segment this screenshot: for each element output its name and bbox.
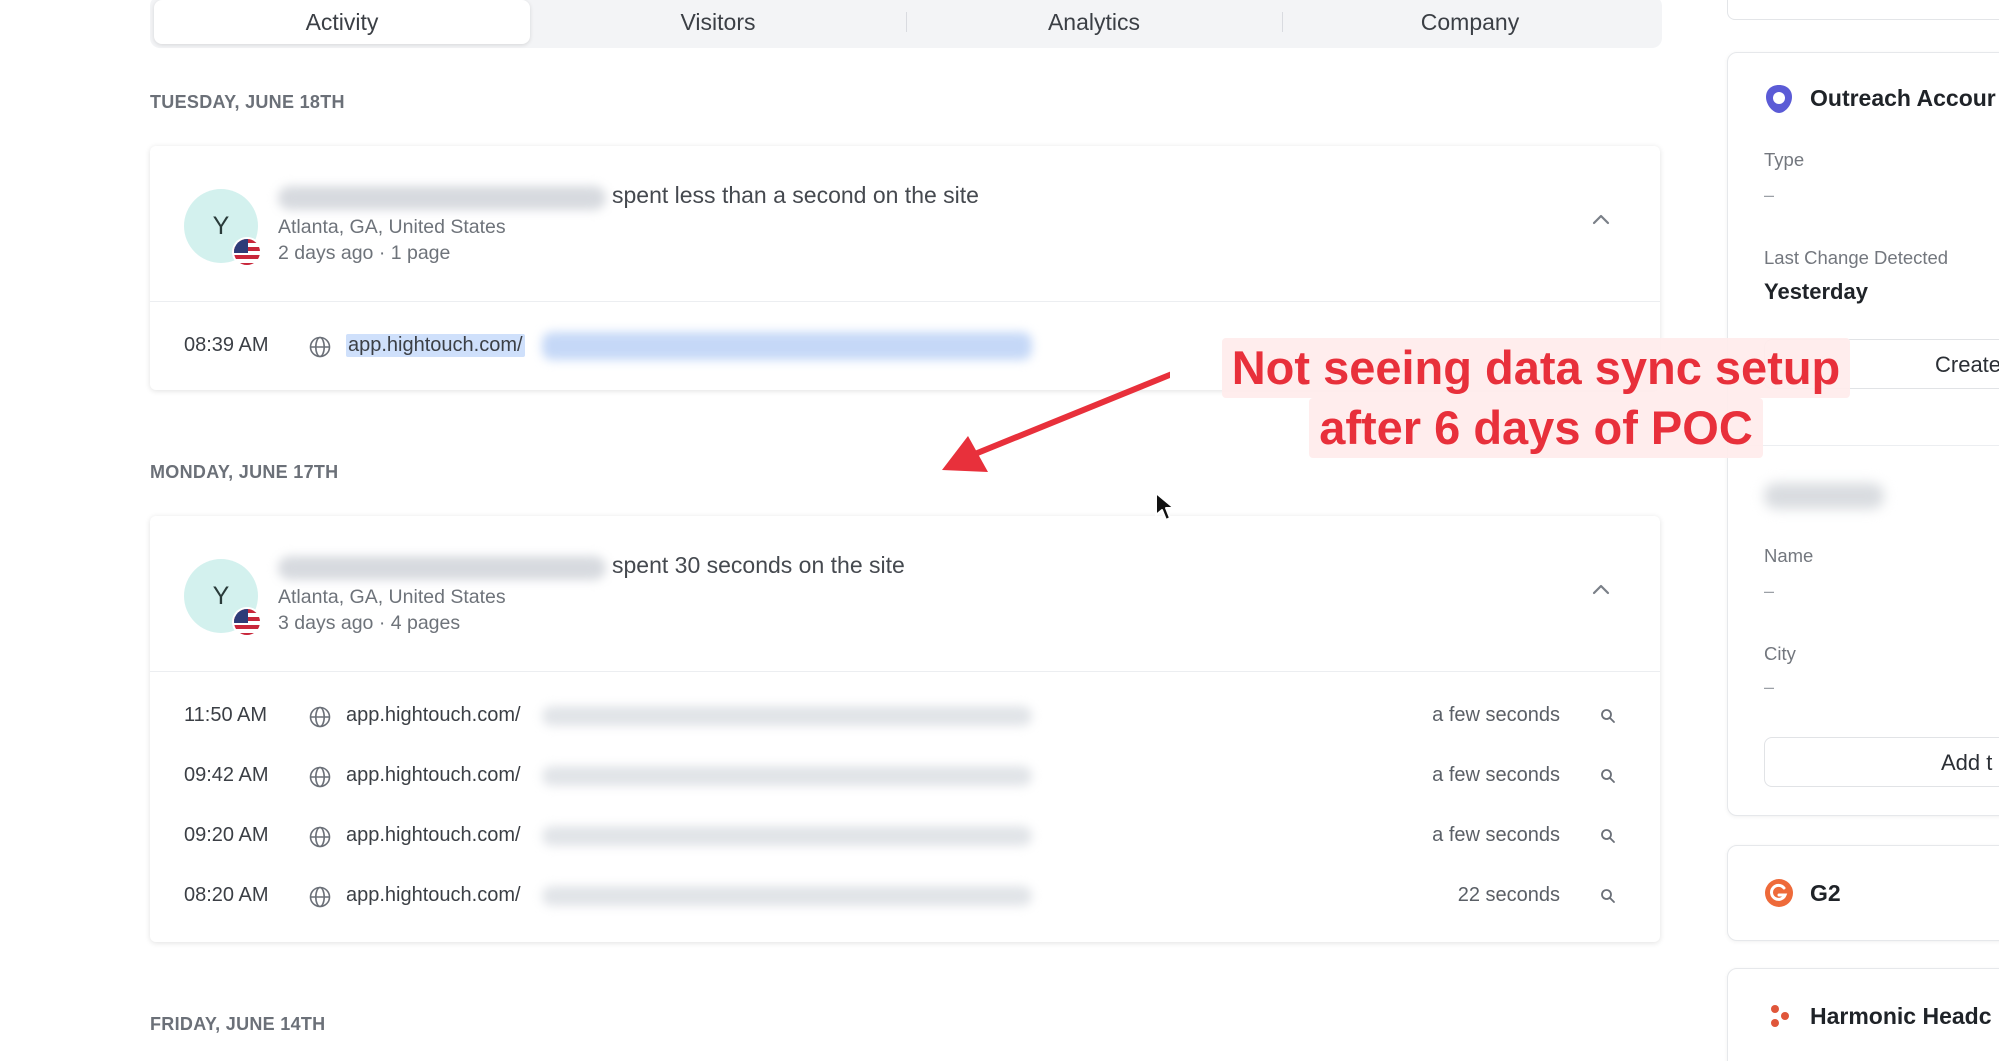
page-view-time: 11:50 AM [184, 704, 268, 726]
visit-headline: spent less than a second on the site [612, 182, 979, 208]
page-view-url[interactable]: app.hightouch.com/ [346, 764, 521, 787]
page-view-duration: a few seconds [1432, 764, 1560, 786]
visit-headline: spent 30 seconds on the site [612, 552, 905, 578]
visit-card-header[interactable]: Y spent less than a second on the site A… [150, 146, 1660, 301]
last-change-value: Yesterday [1764, 279, 1868, 304]
name-value: – [1764, 581, 1775, 601]
day-header: FRIDAY, JUNE 14TH [150, 1014, 326, 1034]
page-view-time: 08:20 AM [184, 884, 269, 906]
redacted-visitor-email [278, 186, 606, 210]
last-change-label: Last Change Detected [1764, 247, 1949, 268]
name-label: Name [1764, 545, 1814, 566]
g2-icon [1765, 879, 1793, 907]
city-value: – [1764, 677, 1775, 697]
mouse-cursor-icon [1155, 492, 1175, 521]
harmonic-title: Harmonic Headc [1810, 1003, 1992, 1029]
day-header: MONDAY, JUNE 17TH [150, 462, 339, 482]
search-icon[interactable] [1600, 708, 1616, 724]
add-button-label: Add t [1941, 750, 1993, 775]
tab-visitors[interactable]: Visitors [530, 0, 906, 44]
page-view-url[interactable]: app.hightouch.com/ [346, 704, 521, 727]
search-icon[interactable] [1600, 828, 1616, 844]
g2-title: G2 [1810, 880, 1841, 906]
tab-company-label: Company [1420, 8, 1520, 35]
globe-icon [309, 826, 331, 848]
page-view-time: 09:42 AM [184, 764, 269, 786]
tab-separator [1282, 12, 1283, 32]
outreach-icon [1766, 85, 1792, 113]
visit-meta: 3 days ago · 4 pages [278, 612, 461, 634]
tab-analytics-label: Analytics [1047, 8, 1141, 35]
sidebar-top-card [1727, 0, 1999, 20]
page-view-row[interactable]: 09:20 AM app.hightouch.com/ a few second… [150, 806, 1660, 866]
page-view-row[interactable]: 08:20 AM app.hightouch.com/ 22 seconds [150, 866, 1660, 926]
page-view-row[interactable]: 09:42 AM app.hightouch.com/ a few second… [150, 746, 1660, 806]
globe-icon [309, 336, 331, 358]
page-view-duration: a few seconds [1432, 704, 1560, 726]
harmonic-panel[interactable]: Harmonic Headc [1727, 968, 1999, 1061]
redacted-url-path [542, 826, 1032, 846]
tab-visitors-label: Visitors [680, 8, 756, 35]
tab-activity-label: Activity [305, 8, 379, 35]
g2-panel[interactable]: G2 [1727, 845, 1999, 941]
chevron-up-icon[interactable] [1590, 208, 1612, 230]
redacted-contact-title [1764, 483, 1884, 509]
add-button[interactable]: Add t [1764, 737, 1999, 787]
page-view-row[interactable]: 11:50 AM app.hightouch.com/ a few second… [150, 686, 1660, 746]
us-flag-icon [232, 237, 262, 267]
us-flag-icon [232, 607, 262, 637]
create-button-label: Create [1935, 352, 1999, 377]
visit-meta: 2 days ago · 1 page [278, 242, 451, 264]
annotation-line-2: after 6 days of POC [1309, 398, 1763, 458]
globe-icon [309, 886, 331, 908]
page-view-time: 09:20 AM [184, 824, 269, 846]
tab-activity[interactable]: Activity [154, 0, 530, 44]
visit-location: Atlanta, GA, United States [278, 216, 506, 238]
search-icon[interactable] [1600, 888, 1616, 904]
page-view-duration: 22 seconds [1457, 884, 1560, 906]
outreach-title: Outreach Accour [1810, 85, 1996, 111]
globe-icon [309, 706, 331, 728]
redacted-url-path [542, 332, 1032, 360]
day-header: TUESDAY, JUNE 18TH [150, 92, 345, 112]
avatar-initial: Y [212, 211, 230, 240]
redacted-url-path [542, 886, 1032, 906]
page-view-url[interactable]: app.hightouch.com/ [346, 884, 521, 907]
annotation-arrow-icon [942, 371, 1170, 472]
harmonic-icon [1771, 1005, 1789, 1027]
tab-company[interactable]: Company [1282, 0, 1658, 44]
visit-card-header[interactable]: Y spent 30 seconds on the site Atlanta, … [150, 516, 1660, 671]
redacted-url-path [542, 766, 1032, 786]
visit-card: Y spent 30 seconds on the site Atlanta, … [150, 516, 1660, 942]
page-view-duration: a few seconds [1432, 824, 1560, 846]
search-icon[interactable] [1600, 768, 1616, 784]
redacted-visitor-email [278, 556, 606, 580]
avatar-initial: Y [212, 581, 230, 610]
type-label: Type [1764, 149, 1805, 170]
chevron-up-icon[interactable] [1590, 578, 1612, 600]
globe-icon [309, 766, 331, 788]
tab-separator [906, 12, 907, 32]
annotation-line-1: Not seeing data sync setup [1221, 338, 1851, 398]
visit-location: Atlanta, GA, United States [278, 586, 506, 608]
page-view-url[interactable]: app.hightouch.com/ [346, 824, 521, 847]
annotation-callout: Not seeing data sync setup after 6 days … [1192, 338, 1880, 462]
page-view-time: 08:39 AM [184, 334, 269, 356]
app-root: Activity Visitors Analytics Company TUES… [0, 0, 1999, 1061]
city-label: City [1764, 643, 1796, 664]
page-view-url[interactable]: app.hightouch.com/ [346, 334, 525, 357]
tab-analytics[interactable]: Analytics [906, 0, 1282, 44]
redacted-url-path [542, 706, 1032, 726]
type-value: – [1764, 185, 1775, 205]
tab-bar: Activity Visitors Analytics Company [150, 0, 1662, 48]
